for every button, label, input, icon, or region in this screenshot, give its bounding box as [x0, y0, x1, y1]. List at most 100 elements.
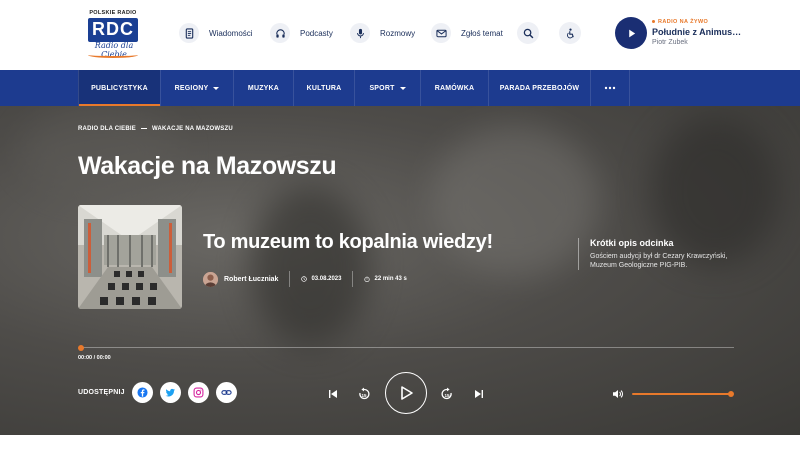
- logo-letters: RDC: [92, 19, 134, 39]
- episode-title: To muzeum to kopalnia wiedzy!: [203, 231, 493, 253]
- topnav-wiadomosci[interactable]: Wiadomości: [179, 22, 253, 44]
- description-heading: Krótki opis odcinka: [590, 238, 674, 248]
- microphone-icon: [350, 23, 370, 43]
- twitter-icon: [165, 388, 176, 397]
- nav-label: KULTURA: [306, 84, 342, 92]
- logo-swoosh: [88, 52, 138, 58]
- nav-ramowka[interactable]: RAMÓWKA: [420, 70, 488, 106]
- main-nav: PUBLICYSTYKA REGIONY MUZYKA KULTURA SPOR…: [0, 70, 800, 106]
- stopwatch-icon: [364, 276, 371, 282]
- rewind-button[interactable]: 15: [356, 386, 372, 402]
- description-text: Gościem audycji był dr Cezary Krawczyńsk…: [590, 253, 728, 269]
- live-tag: RADIO NA ŻYWO: [652, 19, 708, 25]
- breadcrumb: RADIO DLA CIEBIE WAKACJE NA MAZOWSZU: [78, 126, 233, 132]
- rewind-icon: 15: [359, 387, 370, 400]
- facebook-icon: [137, 387, 148, 398]
- episode-meta: Robert Łuczniak 03.08.2023 22 min 43 s: [203, 270, 407, 288]
- episode-date: 03.08.2023: [311, 276, 342, 282]
- topnav-label: Zgłoś temat: [461, 28, 503, 38]
- live-tag-text: RADIO NA ŻYWO: [658, 19, 709, 25]
- play-icon: [401, 386, 413, 400]
- nav-label: REGIONY: [174, 84, 209, 92]
- nav-label: SPORT: [369, 84, 395, 92]
- rdc-logo[interactable]: POLSKIE RADIO RDC Radio dla Ciebie: [84, 10, 142, 60]
- breadcrumb-item-current[interactable]: WAKACJE NA MAZOWSZU: [152, 126, 233, 132]
- forward-button[interactable]: 15: [439, 386, 455, 402]
- nav-parada-przebojow[interactable]: PARADA PRZEBOJÓW: [488, 70, 590, 106]
- play-pause-button[interactable]: [385, 372, 427, 414]
- volume-slider[interactable]: [632, 393, 731, 395]
- background-blur: [20, 106, 180, 196]
- share-twitter-button[interactable]: [160, 382, 181, 403]
- topnav-label: Wiadomości: [209, 28, 253, 38]
- playback-time: 00:00 / 00:00: [78, 355, 111, 361]
- author-link[interactable]: Robert Łuczniak: [224, 276, 278, 283]
- play-icon: [628, 29, 635, 37]
- nav-publicystyka[interactable]: PUBLICYSTYKA: [78, 70, 160, 106]
- link-icon: [221, 390, 232, 395]
- instagram-icon: [193, 387, 204, 398]
- live-host: Piotr Zubek: [652, 39, 688, 46]
- next-button[interactable]: [472, 387, 486, 401]
- headphones-icon: [270, 23, 290, 43]
- document-icon: [179, 23, 199, 43]
- page-below-fold: [0, 435, 800, 451]
- episode-description: Krótki opis odcinka Gościem audycji był …: [578, 238, 738, 270]
- calendar-icon: [301, 276, 308, 282]
- nav-kultura[interactable]: KULTURA: [293, 70, 354, 106]
- search-button[interactable]: [517, 22, 539, 44]
- nav-label: MUZYKA: [247, 84, 280, 92]
- forward-icon: 15: [441, 387, 452, 400]
- accessibility-icon: [566, 28, 574, 38]
- nav-muzyka[interactable]: MUZYKA: [233, 70, 293, 106]
- meta-divider: [289, 271, 291, 287]
- topnav-label: Podcasty: [300, 28, 333, 38]
- share-facebook-button[interactable]: [132, 382, 153, 403]
- episode-thumbnail: [78, 205, 182, 309]
- nav-more-button[interactable]: [590, 70, 630, 106]
- previous-button[interactable]: [326, 387, 340, 401]
- live-play-button[interactable]: [615, 17, 647, 49]
- top-bar: POLSKIE RADIO RDC Radio dla Ciebie Wiado…: [0, 0, 800, 70]
- nav-label: RAMÓWKA: [434, 84, 475, 92]
- author-avatar: [203, 271, 218, 287]
- episode-duration: 22 min 43 s: [374, 276, 407, 282]
- background-blur: [250, 186, 370, 346]
- topnav-zglos-temat[interactable]: Zgłoś temat: [431, 22, 503, 44]
- search-icon: [523, 28, 533, 38]
- copy-link-button[interactable]: [216, 382, 237, 403]
- progress-track[interactable]: [81, 347, 734, 348]
- share-label: UDOSTĘPNIJ: [78, 389, 125, 396]
- more-dots-icon: [604, 86, 616, 90]
- svg-text:15: 15: [444, 393, 450, 398]
- episode-hero: RADIO DLA CIEBIE WAKACJE NA MAZOWSZU Waka…: [0, 106, 800, 435]
- logo-box: RDC: [88, 18, 138, 42]
- volume-icon: [613, 390, 623, 398]
- topnav-rozmowy[interactable]: Rozmowy: [350, 22, 415, 44]
- volume-handle[interactable]: [728, 391, 734, 397]
- skip-previous-icon: [329, 390, 337, 398]
- chevron-down-icon: [399, 86, 406, 90]
- live-program-title: Południe z Animuszem: [652, 27, 742, 37]
- breadcrumb-separator: [140, 127, 147, 129]
- svg-text:15: 15: [361, 393, 367, 398]
- envelope-icon: [431, 23, 451, 43]
- share-instagram-button[interactable]: [188, 382, 209, 403]
- skip-next-icon: [475, 390, 483, 398]
- topnav-label: Rozmowy: [380, 28, 416, 38]
- nav-regiony[interactable]: REGIONY: [160, 70, 233, 106]
- logo-top-text: POLSKIE RADIO: [89, 10, 137, 16]
- accessibility-button[interactable]: [559, 22, 581, 44]
- live-dot-icon: [652, 20, 655, 24]
- nav-label: PARADA PRZEBOJÓW: [499, 84, 580, 92]
- meta-divider: [352, 271, 354, 287]
- progress-handle[interactable]: [78, 345, 84, 351]
- chevron-down-icon: [213, 86, 220, 90]
- breadcrumb-item-radio-dla-ciebie[interactable]: RADIO DLA CIEBIE: [78, 126, 136, 132]
- mute-button[interactable]: [611, 387, 625, 401]
- nav-sport[interactable]: SPORT: [354, 70, 420, 106]
- topnav-podcasty[interactable]: Podcasty: [270, 22, 333, 44]
- live-radio-widget[interactable]: RADIO NA ŻYWO Południe z Animuszem Piotr…: [615, 17, 785, 49]
- nav-label: PUBLICYSTYKA: [91, 84, 148, 92]
- page-title: Wakacje na Mazowszu: [78, 152, 337, 180]
